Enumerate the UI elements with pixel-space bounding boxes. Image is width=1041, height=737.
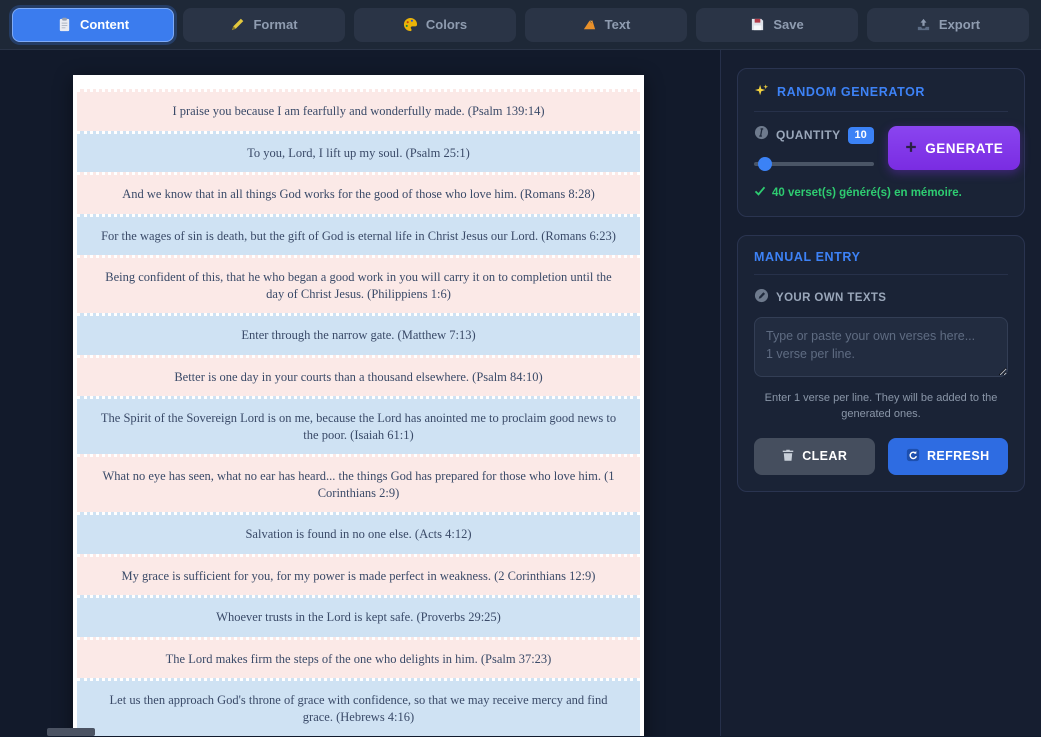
verse-row: My grace is sufficient for you, for my p…: [77, 553, 640, 595]
verse-card-page: I praise you because I am fearfully and …: [73, 75, 644, 736]
tab-colors[interactable]: Colors: [354, 7, 516, 42]
save-icon: [750, 17, 765, 32]
quantity-slider[interactable]: [754, 157, 874, 171]
quantity-label: QUANTITY: [776, 128, 841, 142]
verse-row: The Lord makes firm the steps of the one…: [77, 636, 640, 678]
quantity-icon: [754, 125, 769, 145]
random-generator-header: RANDOM GENERATOR: [754, 83, 1008, 112]
tab-export[interactable]: Export: [867, 7, 1029, 42]
quantity-value-badge: 10: [847, 126, 874, 144]
toolbar: Content Format Colors Text Save Export: [0, 0, 1041, 50]
verse-row: I praise you because I am fearfully and …: [77, 89, 640, 131]
verse-row: The Spirit of the Sovereign Lord is on m…: [77, 396, 640, 454]
verse-row: And we know that in all things God works…: [77, 172, 640, 214]
tab-text[interactable]: Text: [525, 7, 687, 42]
quantity-control: QUANTITY 10: [754, 125, 874, 171]
clear-button-label: CLEAR: [802, 449, 848, 464]
horizontal-scrollbar-thumb[interactable]: [47, 728, 95, 736]
slider-thumb[interactable]: [757, 157, 772, 171]
tab-label: Format: [253, 17, 298, 32]
refresh-button[interactable]: REFRESH: [887, 437, 1008, 475]
preview-canvas: I praise you because I am fearfully and …: [0, 50, 720, 736]
entry-help-text: Enter 1 verse per line. They will be add…: [764, 392, 998, 420]
slider-track[interactable]: [754, 162, 874, 166]
tab-label: Save: [773, 17, 804, 32]
manual-entry-header: MANUAL ENTRY: [754, 250, 1008, 275]
export-icon: [916, 17, 931, 32]
verse-row: Better is one day in your courts than a …: [77, 354, 640, 396]
verse-row: Let us then approach God's throne of gra…: [77, 678, 640, 736]
tab-content[interactable]: Content: [12, 7, 174, 42]
check-icon: [754, 185, 766, 200]
verse-row: Salvation is found in no one else. (Acts…: [77, 512, 640, 554]
palette-icon: [403, 17, 418, 32]
verse-row: Being confident of this, that he who beg…: [77, 255, 640, 313]
own-texts-input[interactable]: [754, 317, 1008, 377]
pencil-icon: [230, 17, 245, 32]
tab-label: Content: [79, 17, 130, 32]
generator-status-text: 40 verset(s) généré(s) en mémoire.: [772, 186, 962, 199]
random-generator-panel: RANDOM GENERATOR QUANTITY 10 GENERATE 40…: [737, 68, 1025, 217]
edit-icon: [754, 288, 769, 308]
generate-button-label: GENERATE: [925, 140, 1004, 156]
manual-entry-title: MANUAL ENTRY: [754, 250, 861, 264]
refresh-icon: [906, 448, 920, 465]
tab-label: Export: [938, 17, 981, 32]
manual-entry-panel: MANUAL ENTRY YOUR OWN TEXTS Enter 1 vers…: [737, 235, 1025, 492]
your-own-texts-label: YOUR OWN TEXTS: [776, 292, 887, 304]
main-area: I praise you because I am fearfully and …: [0, 50, 1041, 736]
verse-row: Whoever trusts in the Lord is kept safe.…: [77, 595, 640, 637]
tab-format[interactable]: Format: [183, 7, 345, 42]
sparkles-icon: [754, 83, 769, 101]
refresh-button-label: REFRESH: [926, 449, 990, 464]
verse-row: To you, Lord, I lift up my soul. (Psalm …: [77, 130, 640, 172]
sidebar: RANDOM GENERATOR QUANTITY 10 GENERATE 40…: [720, 50, 1041, 736]
random-generator-title: RANDOM GENERATOR: [777, 85, 926, 99]
tab-label: Text: [604, 17, 631, 32]
tab-label: Colors: [425, 17, 468, 32]
plus-icon: [904, 140, 918, 157]
verse-row: For the wages of sin is death, but the g…: [77, 213, 640, 255]
trash-icon: [781, 448, 795, 465]
verse-row: What no eye has seen, what no ear has he…: [77, 454, 640, 512]
generator-status: 40 verset(s) généré(s) en mémoire.: [754, 185, 1008, 200]
clipboard-icon: [57, 17, 72, 32]
text-icon: [582, 17, 597, 32]
clear-button[interactable]: CLEAR: [754, 437, 875, 475]
generate-button[interactable]: GENERATE: [887, 126, 1020, 170]
tab-save[interactable]: Save: [696, 7, 858, 42]
verse-row: Enter through the narrow gate. (Matthew …: [77, 313, 640, 355]
